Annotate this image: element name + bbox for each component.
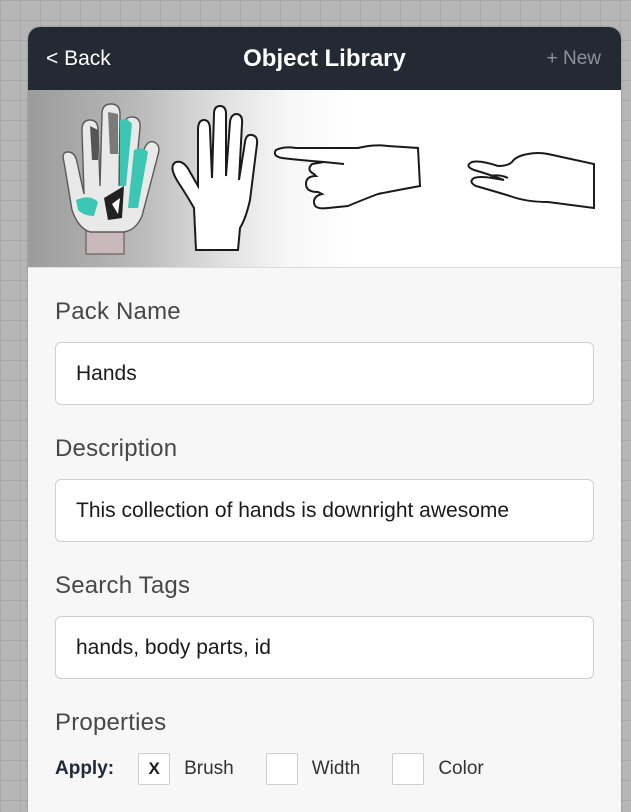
navbar: < Back Object Library + New — [28, 27, 621, 90]
pack-name-label: Pack Name — [55, 298, 181, 325]
glove-hand-icon — [62, 103, 160, 255]
pack-name-input[interactable]: Hands — [55, 342, 594, 405]
pointing-hand-icon — [273, 144, 422, 210]
brush-checkbox[interactable]: X — [138, 753, 171, 785]
page-title: Object Library — [243, 45, 406, 72]
pack-preview-banner — [28, 90, 621, 268]
new-button[interactable]: + New — [547, 48, 601, 70]
open-palm-hand-icon — [467, 152, 595, 210]
raised-hand-icon — [171, 104, 259, 251]
search-tags-input[interactable]: hands, body parts, id — [55, 616, 594, 679]
width-label: Width — [311, 758, 361, 779]
search-tags-label: Search Tags — [55, 572, 191, 599]
pack-form: Pack Name Hands Description This collect… — [28, 298, 621, 785]
width-checkbox[interactable] — [265, 753, 298, 785]
apply-row: Apply: X Brush Width Color — [55, 753, 594, 785]
color-label: Color — [438, 758, 484, 779]
apply-label: Apply: — [55, 758, 115, 779]
brush-label: Brush — [184, 758, 234, 779]
description-label: Description — [55, 435, 178, 462]
object-library-panel: < Back Object Library + New Pack Name Ha… — [28, 27, 621, 812]
description-input[interactable]: This collection of hands is downright aw… — [55, 479, 594, 542]
color-checkbox[interactable] — [392, 753, 425, 785]
properties-label: Properties — [55, 709, 167, 736]
